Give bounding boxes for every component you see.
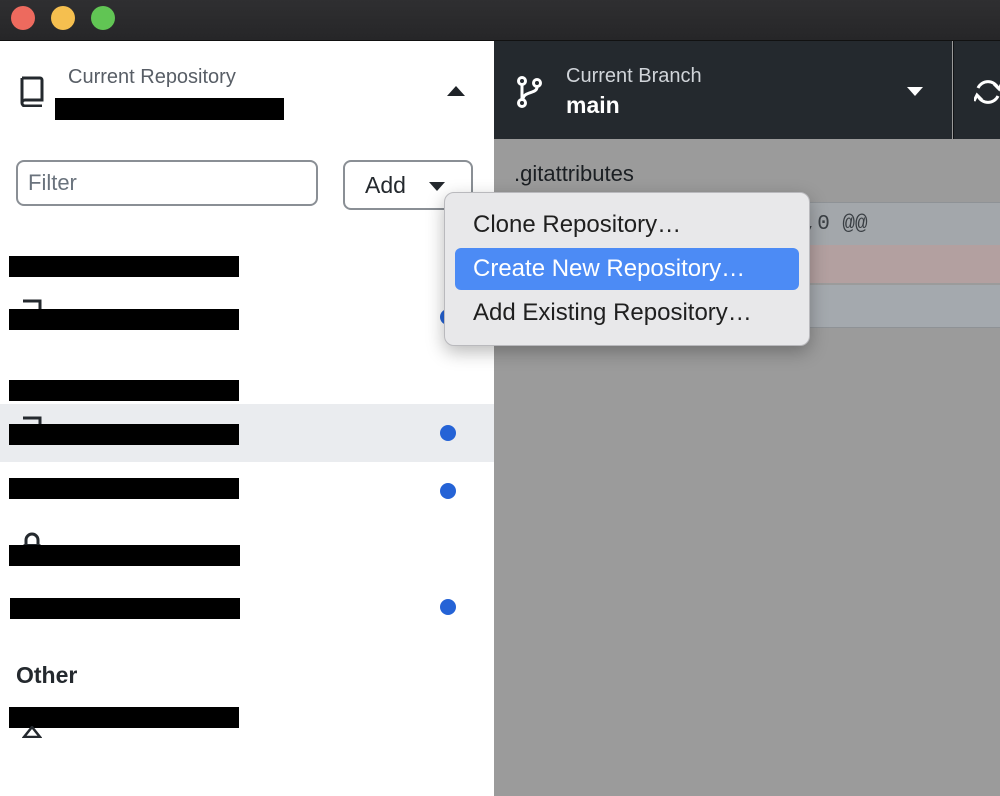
caret-down-icon — [907, 87, 923, 96]
minimize-window-button[interactable] — [51, 6, 75, 30]
changes-indicator-dot — [440, 599, 456, 615]
menu-item-create-new-repository[interactable]: Create New Repository… — [455, 248, 799, 290]
filter-input[interactable] — [16, 160, 318, 206]
repo-icon — [20, 76, 44, 107]
current-repository-button[interactable]: Current Repository — [0, 41, 494, 139]
current-branch-name: main — [566, 92, 620, 118]
redacted-repository-name — [9, 424, 239, 445]
changes-indicator-dot — [440, 483, 456, 499]
caret-down-icon — [429, 182, 445, 191]
current-repository-caption: Current Repository — [68, 66, 236, 88]
fetch-origin-button[interactable] — [953, 41, 1000, 139]
diff-file-name: .gitattributes — [514, 161, 634, 186]
zoom-window-button[interactable] — [91, 6, 115, 30]
redacted-repository-name — [9, 545, 240, 566]
redacted-repository-name — [55, 98, 284, 120]
group-label-other: Other — [16, 662, 78, 688]
redacted-group-label — [9, 256, 239, 277]
repository-list-panel: Add Other — [0, 139, 494, 796]
redacted-repository-name — [10, 598, 240, 619]
redacted-repository-name — [9, 478, 239, 499]
git-branch-icon — [517, 76, 542, 108]
menu-item-add-existing-repository[interactable]: Add Existing Repository… — [455, 292, 799, 334]
redacted-group-label — [9, 380, 239, 401]
changes-indicator-dot — [440, 425, 456, 441]
add-button-label: Add — [365, 172, 406, 198]
current-branch-caption: Current Branch — [566, 65, 702, 87]
close-window-button[interactable] — [11, 6, 35, 30]
sync-icon — [974, 80, 1000, 104]
repo-icon — [22, 726, 42, 738]
caret-up-icon — [447, 86, 465, 96]
menu-item-clone-repository[interactable]: Clone Repository… — [455, 204, 799, 246]
window-titlebar — [0, 0, 1000, 41]
current-branch-button[interactable]: Current Branch main — [494, 41, 952, 139]
redacted-repository-name — [9, 707, 239, 728]
redacted-repository-name — [9, 309, 239, 330]
add-repository-menu: Clone Repository… Create New Repository…… — [444, 192, 810, 346]
